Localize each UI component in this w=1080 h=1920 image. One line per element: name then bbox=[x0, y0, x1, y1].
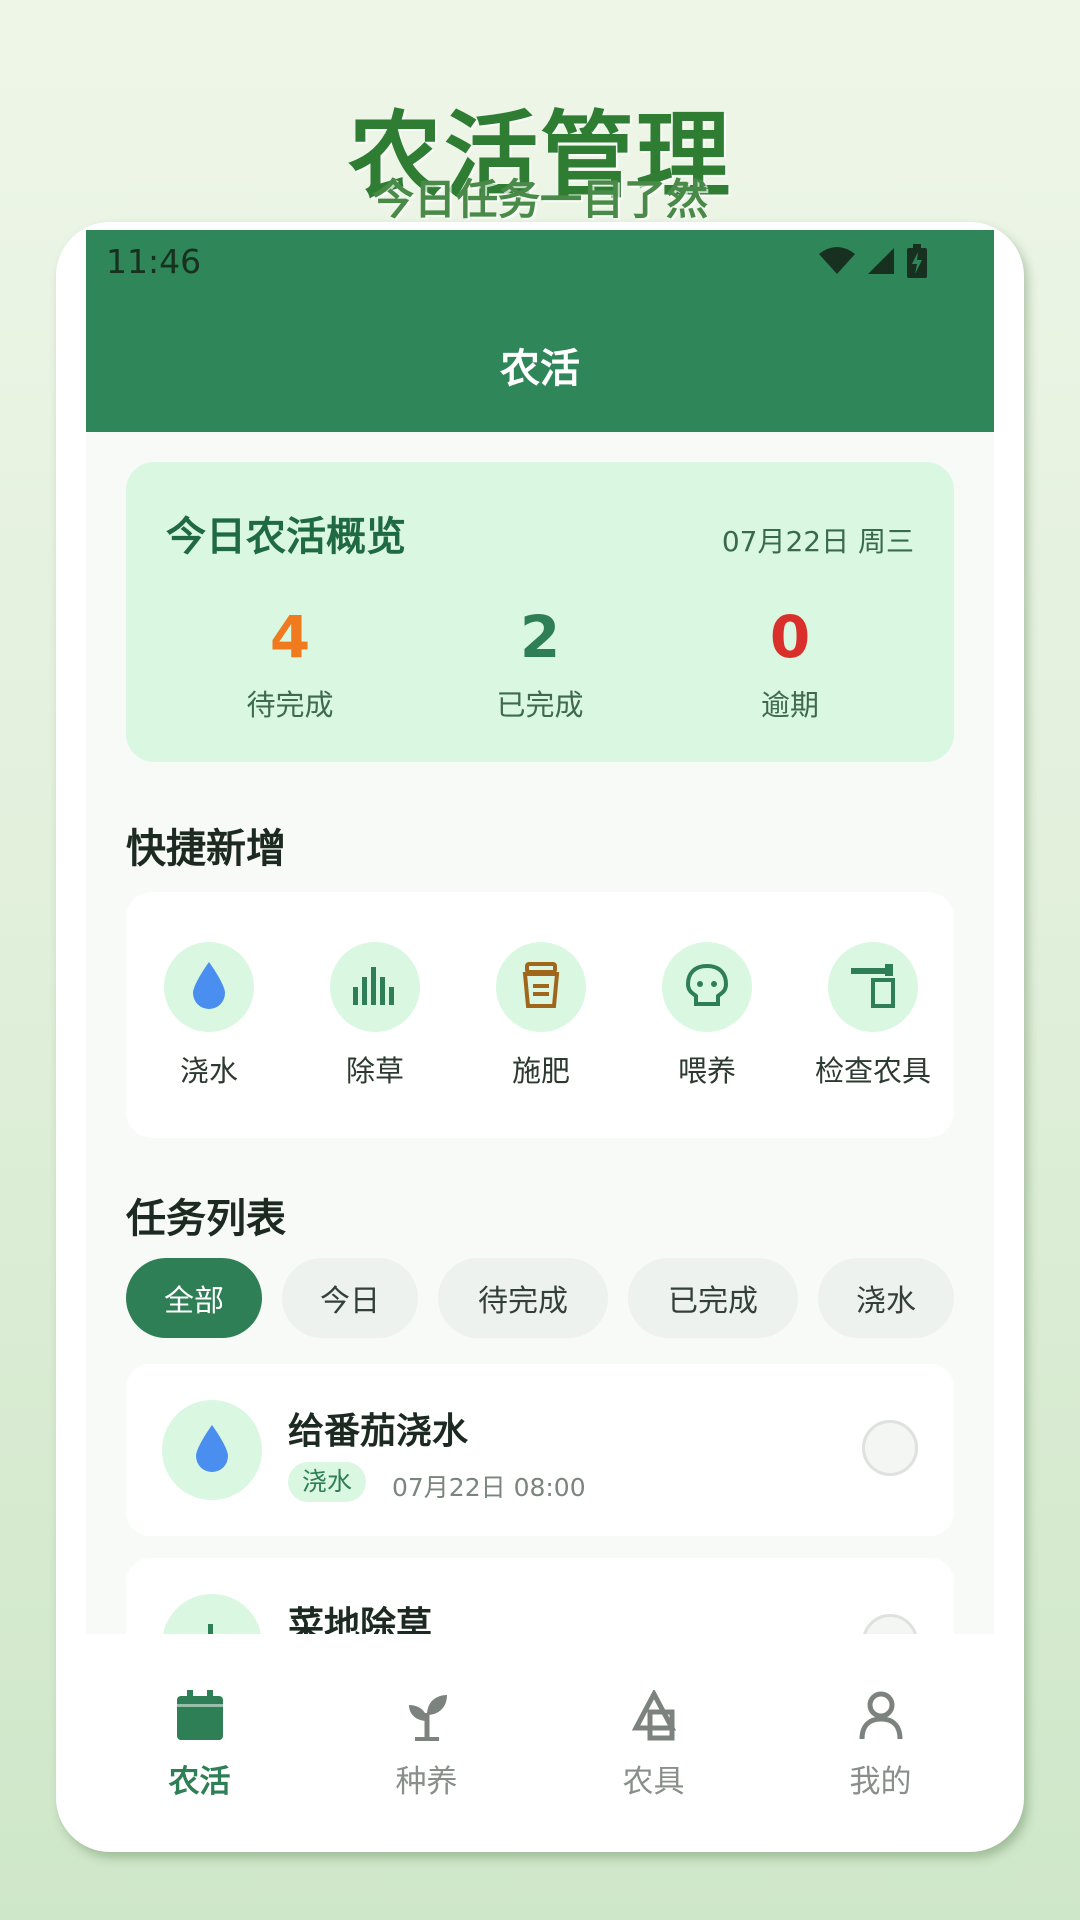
fertilizer-icon bbox=[521, 962, 561, 1012]
task-title: 给番茄浇水 bbox=[288, 1411, 469, 1452]
status-time: 11:46 bbox=[106, 242, 202, 281]
task-list-title: 任务列表 bbox=[126, 1196, 286, 1242]
sprout-icon bbox=[405, 1691, 449, 1745]
pet-feed-icon bbox=[684, 962, 730, 1012]
quick-add-fertilize[interactable]: 施肥 bbox=[458, 942, 624, 1090]
quick-add-feed-label: 喂养 bbox=[677, 1054, 736, 1088]
nav-item-farm-work[interactable]: 农活 bbox=[86, 1688, 313, 1801]
quick-add-weed-circle bbox=[330, 942, 420, 1032]
water-drop-icon bbox=[189, 960, 229, 1014]
quick-add-weed-label: 除草 bbox=[345, 1054, 404, 1088]
nav-label: 我的 bbox=[849, 1764, 912, 1800]
stat-overdue[interactable]: 0 逾期 bbox=[690, 602, 890, 724]
filter-chip-all[interactable]: 全部 bbox=[126, 1258, 262, 1338]
nav-item-mine[interactable]: 我的 bbox=[767, 1688, 994, 1801]
stat-overdue-value: 0 bbox=[769, 603, 811, 671]
nav-label: 农活 bbox=[168, 1764, 231, 1800]
filter-chip-water[interactable]: 浇水 bbox=[818, 1258, 954, 1338]
quick-add-title: 快捷新增 bbox=[126, 826, 286, 872]
nav-item-tools[interactable]: 农具 bbox=[540, 1688, 767, 1801]
stat-pending-value: 4 bbox=[269, 603, 311, 671]
quick-add-feed-circle bbox=[662, 942, 752, 1032]
battery-charging-icon bbox=[906, 244, 928, 282]
quick-add-tool-check-label: 检查农具 bbox=[814, 1054, 931, 1088]
task-time: 07月22日 08:00 bbox=[392, 1473, 586, 1502]
quick-add-tool-check-circle bbox=[828, 942, 918, 1032]
task-tag: 浇水 bbox=[288, 1462, 367, 1502]
person-icon bbox=[858, 1691, 904, 1745]
task-icon bbox=[162, 1400, 262, 1500]
signal-icon bbox=[866, 246, 896, 280]
stat-done-value: 2 bbox=[519, 603, 561, 671]
quick-add-fertilize-label: 施肥 bbox=[511, 1054, 570, 1088]
wifi-icon bbox=[818, 246, 856, 280]
nav-label: 农具 bbox=[622, 1764, 685, 1800]
stat-pending[interactable]: 4 待完成 bbox=[190, 602, 390, 724]
bottom-nav: 农活 种养 农具 我的 bbox=[86, 1634, 994, 1844]
task-complete-checkbox[interactable] bbox=[862, 1420, 918, 1476]
filter-chip-today[interactable]: 今日 bbox=[282, 1258, 418, 1338]
calendar-icon bbox=[175, 1690, 225, 1746]
overview-date: 07月22日 周三 bbox=[721, 525, 914, 558]
tool-icon bbox=[630, 1688, 678, 1746]
filter-chips: 全部 今日 待完成 已完成 浇水 bbox=[126, 1258, 994, 1340]
app-header: 11:46 农活 bbox=[86, 230, 994, 432]
water-drop-icon bbox=[192, 1423, 232, 1477]
overview-card: 今日农活概览 07月22日 周三 4 待完成 2 已完成 0 逾期 bbox=[126, 462, 954, 762]
grass-icon bbox=[351, 965, 399, 1009]
quick-add-card: 浇水 除草 施肥 喂养 检查农具 bbox=[126, 892, 954, 1138]
stat-done-label: 已完成 bbox=[496, 688, 584, 722]
stat-done[interactable]: 2 已完成 bbox=[440, 602, 640, 724]
quick-add-water-circle bbox=[164, 942, 254, 1032]
status-icons bbox=[818, 244, 928, 282]
quick-add-water[interactable]: 浇水 bbox=[126, 942, 292, 1090]
task-card[interactable]: 给番茄浇水 浇水 07月22日 08:00 bbox=[126, 1364, 954, 1536]
overview-title: 今日农活概览 bbox=[166, 514, 406, 560]
app-screen: 11:46 农活 今日农活概览 07月22日 周三 4 待完成 2 已完成 0 … bbox=[86, 230, 994, 1844]
app-title: 农活 bbox=[500, 346, 580, 392]
promo-subtitle: 今日任务一目了然 bbox=[371, 175, 708, 224]
quick-add-weed[interactable]: 除草 bbox=[292, 942, 458, 1090]
tool-check-icon bbox=[849, 962, 897, 1012]
nav-item-breeding[interactable]: 种养 bbox=[313, 1688, 540, 1801]
filter-chip-done[interactable]: 已完成 bbox=[628, 1258, 798, 1338]
nav-label: 种养 bbox=[395, 1764, 458, 1800]
quick-add-fertilize-circle bbox=[496, 942, 586, 1032]
quick-add-feed[interactable]: 喂养 bbox=[624, 942, 790, 1090]
stat-overdue-label: 逾期 bbox=[760, 688, 819, 722]
filter-chip-pending[interactable]: 待完成 bbox=[438, 1258, 608, 1338]
quick-add-tool-check[interactable]: 检查农具 bbox=[790, 942, 956, 1090]
quick-add-water-label: 浇水 bbox=[179, 1054, 238, 1088]
stat-pending-label: 待完成 bbox=[246, 688, 334, 722]
